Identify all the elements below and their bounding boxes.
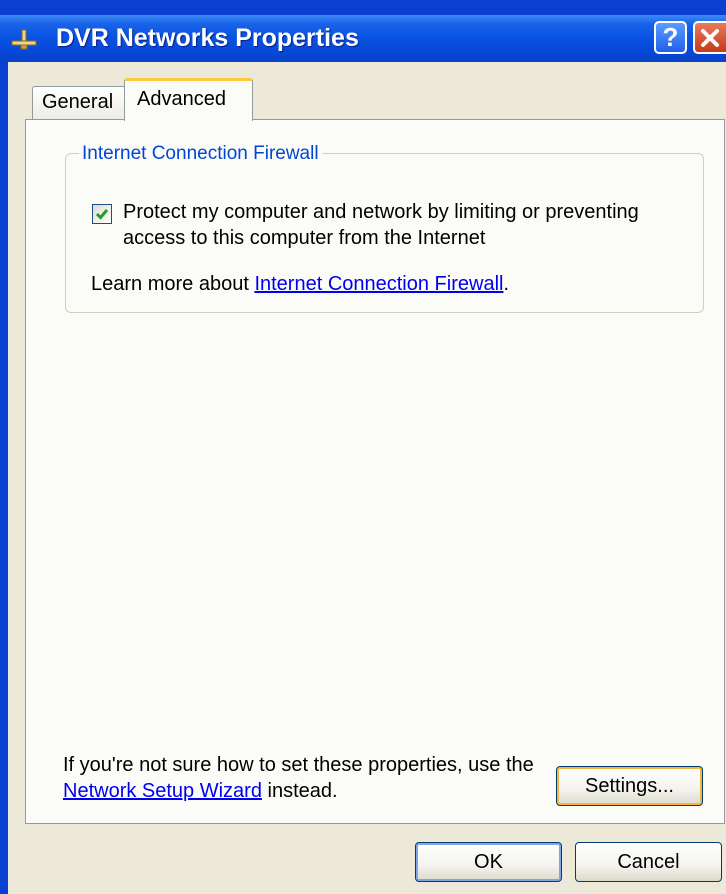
network-connection-icon	[11, 29, 37, 50]
hint-prefix: If you're not sure how to set these prop…	[63, 754, 534, 776]
firewall-checkbox-label[interactable]: Protect my computer and network by limit…	[123, 199, 693, 251]
window-title: DVR Networks Properties	[56, 24, 359, 52]
ok-button[interactable]: OK	[415, 842, 562, 882]
window-frame: DVR Networks Properties ? General Advanc…	[0, 0, 726, 894]
dialog-body: General Advanced Internet Connection Fir…	[8, 62, 726, 894]
tab-advanced-label: Advanced	[137, 88, 226, 110]
close-button[interactable]	[693, 21, 726, 54]
cancel-button[interactable]: Cancel	[575, 842, 722, 882]
firewall-checkbox[interactable]	[92, 204, 112, 224]
tab-panel-advanced: Internet Connection Firewall Protect my …	[25, 119, 725, 824]
title-bar[interactable]: DVR Networks Properties ?	[0, 15, 726, 62]
learn-more-suffix: .	[503, 273, 510, 295]
help-icon: ?	[662, 22, 679, 52]
firewall-group-title: Internet Connection Firewall	[79, 142, 322, 166]
settings-button[interactable]: Settings...	[556, 766, 703, 806]
help-button[interactable]: ?	[654, 21, 687, 54]
tab-advanced[interactable]: Advanced	[124, 78, 253, 121]
setup-hint-text: If you're not sure how to set these prop…	[63, 752, 543, 804]
tab-general[interactable]: General	[32, 86, 127, 120]
firewall-group: Internet Connection Firewall Protect my …	[65, 142, 704, 313]
network-setup-wizard-link[interactable]: Network Setup Wizard	[63, 780, 262, 802]
hint-suffix: instead.	[261, 780, 338, 802]
checkmark-icon	[95, 209, 109, 220]
learn-more-prefix: Learn more about	[91, 273, 255, 295]
learn-more-text: Learn more about Internet Connection Fir…	[91, 271, 509, 297]
tab-general-label: General	[42, 91, 114, 113]
firewall-help-link[interactable]: Internet Connection Firewall	[254, 273, 503, 295]
close-icon	[701, 29, 719, 47]
